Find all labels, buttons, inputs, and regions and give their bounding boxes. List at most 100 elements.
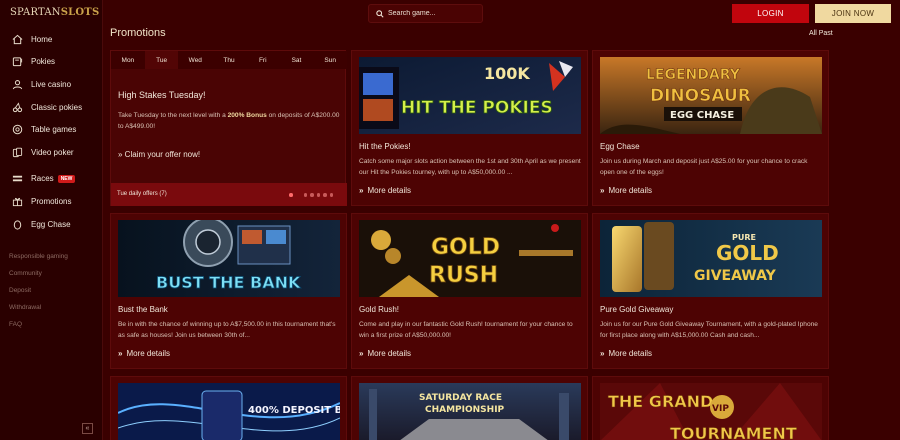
banner-text: CHAMPIONSHIP xyxy=(425,405,505,415)
sidebar-item-live-casino[interactable]: Live casino xyxy=(0,73,103,96)
home-icon xyxy=(11,33,23,45)
carousel-dot[interactable] xyxy=(310,193,314,197)
tab-sat[interactable]: Sat xyxy=(279,51,314,69)
all-past-link[interactable]: All Past xyxy=(809,30,833,37)
more-details-link[interactable]: » More details xyxy=(359,186,411,195)
cherry-icon xyxy=(11,101,23,113)
sidebar-collapse-button[interactable]: « xyxy=(82,423,93,434)
day-tabs: Mon Tue Wed Thu Fri Sat Sun xyxy=(111,51,348,69)
more-details-link[interactable]: » More details xyxy=(600,349,652,358)
daily-offer-footer: Tue daily offers (7) xyxy=(111,183,347,206)
join-now-button[interactable]: JOIN NOW xyxy=(815,4,891,23)
chip-icon xyxy=(11,124,23,136)
tab-wed[interactable]: Wed xyxy=(178,51,213,69)
promo-banner[interactable]: THE GRAND VIP TOURNAMENT xyxy=(600,383,822,440)
promo-banner[interactable]: 400% DEPOSIT BONUS xyxy=(118,383,340,440)
more-details-link[interactable]: » More details xyxy=(600,186,652,195)
dealer-icon xyxy=(11,78,23,90)
sidebar-item-label: Live casino xyxy=(31,79,72,89)
promo-description: Join us during March and deposit just A$… xyxy=(600,158,808,176)
carousel-dot[interactable] xyxy=(323,193,327,197)
tab-fri[interactable]: Fri xyxy=(245,51,280,69)
search-input[interactable] xyxy=(388,10,478,17)
banner-text: GOLD xyxy=(716,241,779,265)
login-button[interactable]: LOGIN xyxy=(732,4,809,23)
banner-text: EGG CHASE xyxy=(670,110,734,121)
sidebar-item-label: Promotions xyxy=(31,196,72,206)
promo-card-deposit-bonus: 400% DEPOSIT BONUS xyxy=(110,376,347,440)
logo[interactable]: SPARTANSLOTS xyxy=(10,7,99,19)
sidebar-item-label: Egg Chase xyxy=(31,219,71,229)
tab-sun[interactable]: Sun xyxy=(313,51,348,69)
new-badge: NEW xyxy=(57,174,76,183)
promo-description: Catch some major slots action between th… xyxy=(359,158,581,176)
more-details-label: More details xyxy=(367,349,412,358)
chevron-right-icon: » xyxy=(359,186,364,195)
promo-title: Pure Gold Giveaway xyxy=(600,305,674,314)
sidebar-item-races[interactable]: Races NEW xyxy=(0,168,103,191)
more-details-link[interactable]: » More details xyxy=(359,349,411,358)
banner-text: LEGENDARY xyxy=(646,67,741,83)
banner-text: BUST THE BANK xyxy=(156,273,301,292)
carousel-dot[interactable] xyxy=(329,193,333,197)
sidebar-item-home[interactable]: Home xyxy=(0,28,103,51)
claim-offer-link[interactable]: » Claim your offer now! xyxy=(118,150,200,159)
sidebar-item-promotions[interactable]: Promotions xyxy=(0,190,103,213)
more-details-label: More details xyxy=(367,186,412,195)
promo-description: Come and play in our fantastic Gold Rush… xyxy=(359,321,573,339)
banner-text: SATURDAY RACE xyxy=(419,393,502,403)
search-icon xyxy=(376,9,384,18)
cards-icon xyxy=(11,146,23,158)
sidebar-link-community[interactable]: Community xyxy=(0,265,103,282)
banner-text: 400% DEPOSIT BONUS xyxy=(248,405,340,416)
logo-text-highlight: SLOTS xyxy=(60,7,100,18)
daily-offer-title: High Stakes Tuesday! xyxy=(118,90,206,100)
daily-offers-count[interactable]: Tue daily offers (7) xyxy=(117,191,167,197)
promo-banner[interactable]: LEGENDARY DINOSAUR EGG CHASE xyxy=(600,57,822,134)
more-details-link[interactable]: » More details xyxy=(118,349,170,358)
sidebar-item-video-poker[interactable]: Video poker xyxy=(0,141,103,164)
sidebar-item-label: Table games xyxy=(31,125,77,135)
tab-thu[interactable]: Thu xyxy=(212,51,246,69)
sidebar-item-classic-pokies[interactable]: Classic pokies xyxy=(0,96,103,119)
promo-card-saturday-race: SATURDAY RACE CHAMPIONSHIP xyxy=(351,376,588,440)
sidebar-item-pokies[interactable]: Pokies xyxy=(0,51,103,74)
promo-title: Hit the Pokies! xyxy=(359,142,411,151)
sidebar-item-egg-chase[interactable]: Egg Chase xyxy=(0,213,103,236)
sidebar-link-responsible-gaming[interactable]: Responsible gaming xyxy=(0,248,103,265)
banner-text: RUSH xyxy=(429,263,498,288)
promo-banner[interactable]: BUST THE BANK xyxy=(118,220,340,297)
promo-description: Join us for our Pure Gold Giveaway Tourn… xyxy=(600,321,818,339)
promo-banner[interactable]: GOLD RUSH xyxy=(359,220,581,297)
banner-text: TOURNAMENT xyxy=(670,424,797,440)
sidebar: SPARTANSLOTS Home Pokies Live casino Cla… xyxy=(0,0,103,440)
sidebar-link-deposit[interactable]: Deposit xyxy=(0,282,103,299)
sidebar-link-faq[interactable]: FAQ xyxy=(0,316,103,333)
chevron-right-icon: » xyxy=(359,349,364,358)
promo-title: Egg Chase xyxy=(600,142,640,151)
promo-card-gold-rush: GOLD RUSH Gold Rush! Come and play in ou… xyxy=(351,213,588,369)
banner-text: THE GRAND xyxy=(608,392,713,411)
sidebar-item-label: Classic pokies xyxy=(31,102,83,112)
banner-text: HIT THE POKIES xyxy=(401,98,553,118)
page-title: Promotions xyxy=(110,27,166,39)
slot-icon xyxy=(11,56,23,68)
promo-description: Be in with the chance of winning up to A… xyxy=(118,321,336,339)
more-details-label: More details xyxy=(608,186,653,195)
promo-title: Gold Rush! xyxy=(359,305,400,314)
tab-tue[interactable]: Tue xyxy=(144,51,179,69)
tab-mon[interactable]: Mon xyxy=(111,51,145,69)
sidebar-item-table-games[interactable]: Table games xyxy=(0,118,103,141)
gift-icon xyxy=(11,195,23,207)
promo-banner[interactable]: SATURDAY RACE CHAMPIONSHIP xyxy=(359,383,581,440)
search-box[interactable] xyxy=(368,4,483,23)
banner-text: 100K xyxy=(484,64,530,83)
carousel-dot[interactable] xyxy=(303,193,307,197)
carousel-dot[interactable] xyxy=(316,193,320,197)
promo-banner[interactable]: 100K HIT THE POKIES xyxy=(359,57,581,134)
sidebar-link-withdrawal[interactable]: Withdrawal xyxy=(0,299,103,316)
carousel-dot[interactable] xyxy=(289,193,293,197)
promo-banner[interactable]: PURE GOLD GIVEAWAY xyxy=(600,220,822,297)
promo-title: Bust the Bank xyxy=(118,305,168,314)
banner-text: DINOSAUR xyxy=(650,86,751,106)
